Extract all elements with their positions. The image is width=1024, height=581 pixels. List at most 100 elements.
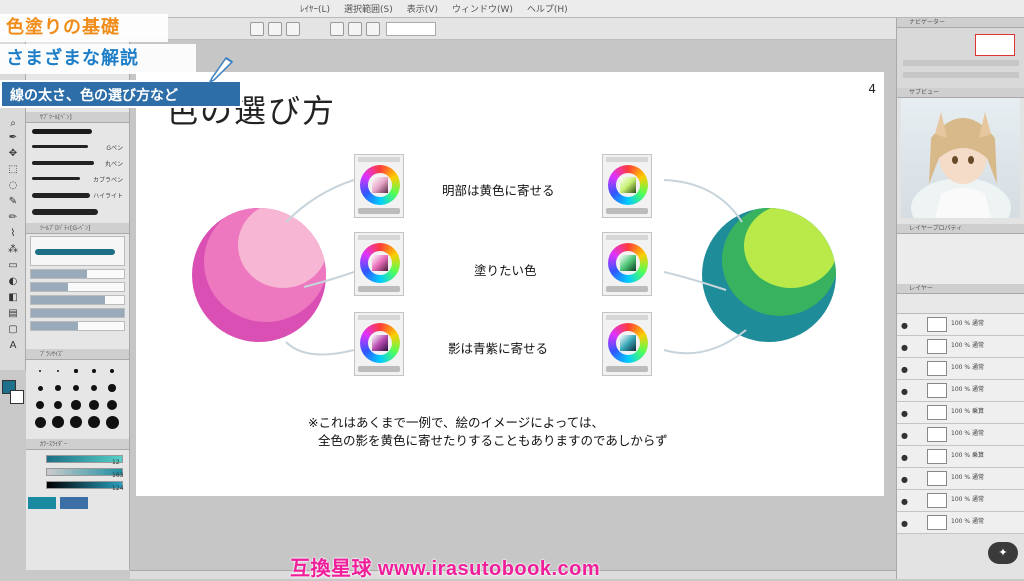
- brush-size-option[interactable]: [86, 415, 102, 429]
- brush-size-option[interactable]: [50, 398, 66, 412]
- brush-size-option[interactable]: [104, 398, 120, 412]
- brush-name: 丸ペン: [104, 161, 123, 168]
- menu-layer[interactable]: ﾚｲﾔｰ(L): [300, 2, 330, 15]
- brush-size-option[interactable]: [104, 364, 120, 378]
- layer-row[interactable]: ● 100 % 通常: [897, 424, 1024, 446]
- toolbar-button[interactable]: [330, 22, 344, 36]
- brush-size-option[interactable]: [86, 381, 102, 395]
- blend-icon[interactable]: ◐: [7, 276, 19, 288]
- banner-title: 色塗りの基礎: [0, 14, 168, 42]
- brush-size-dot: [89, 400, 99, 410]
- brush-item[interactable]: Gペン: [30, 141, 125, 155]
- brush-size-option[interactable]: [32, 381, 48, 395]
- eye-icon[interactable]: ●: [901, 519, 908, 528]
- eye-icon[interactable]: ●: [901, 453, 908, 462]
- eye-icon[interactable]: ●: [901, 475, 908, 484]
- arrow-mid-right: [663, 271, 727, 291]
- toolbar-button[interactable]: [348, 22, 362, 36]
- layer-row[interactable]: ● 100 % 通常: [897, 358, 1024, 380]
- airbrush-icon[interactable]: ⁂: [7, 244, 19, 256]
- zoom-slider[interactable]: [903, 60, 1019, 66]
- layer-name: 100 % 通常: [951, 430, 984, 437]
- eye-icon[interactable]: ●: [901, 431, 908, 440]
- property-slider[interactable]: [30, 308, 125, 318]
- brush-item[interactable]: カブラペン: [30, 173, 125, 187]
- brush-size-dot: [92, 369, 96, 373]
- brush-item[interactable]: 丸ペン: [30, 157, 125, 171]
- property-slider[interactable]: [30, 282, 125, 292]
- lasso-icon[interactable]: ◌: [7, 180, 19, 192]
- navigator[interactable]: [897, 28, 1024, 88]
- layer-row[interactable]: ● 100 % 通常: [897, 336, 1024, 358]
- brush-panel-header: ｻﾌﾞﾂｰﾙ[ﾍﾟﾝ]: [26, 112, 129, 123]
- color-chips[interactable]: [2, 380, 24, 410]
- eye-icon[interactable]: ●: [901, 497, 908, 506]
- eraser-icon[interactable]: ▭: [7, 260, 19, 272]
- select-icon[interactable]: ⬚: [7, 164, 19, 176]
- brush-size-option[interactable]: [68, 398, 84, 412]
- toolbar-field[interactable]: [386, 22, 436, 36]
- layer-row[interactable]: ● 100 % 通常: [897, 490, 1024, 512]
- layer-row[interactable]: ● 100 % 乗算: [897, 446, 1024, 468]
- brush-item[interactable]: [30, 205, 125, 219]
- brush-icon[interactable]: ⌇: [7, 228, 19, 240]
- canvas-slide[interactable]: 色の選び方 4 明部は黄色に寄せる 塗りたい色 影は青紫に寄せる ※これはあくま…: [136, 72, 884, 496]
- toolbar-button[interactable]: [268, 22, 282, 36]
- color-swatch[interactable]: [60, 497, 88, 509]
- eye-icon[interactable]: ●: [901, 321, 908, 330]
- layer-row[interactable]: ● 100 % 通常: [897, 314, 1024, 336]
- brush-size-option[interactable]: [86, 398, 102, 412]
- eyedropper-icon[interactable]: ✒: [7, 132, 19, 144]
- brush-size-option[interactable]: [50, 381, 66, 395]
- pencil-icon[interactable]: ✏: [7, 212, 19, 224]
- brush-size-option[interactable]: [104, 381, 120, 395]
- property-slider[interactable]: [30, 321, 125, 331]
- eye-icon[interactable]: ●: [901, 387, 908, 396]
- eye-icon[interactable]: ●: [901, 365, 908, 374]
- brush-size-option[interactable]: [68, 364, 84, 378]
- move-icon[interactable]: ✥: [7, 148, 19, 160]
- brush-item[interactable]: [30, 125, 125, 139]
- shape-icon[interactable]: ▢: [7, 324, 19, 336]
- gradient-icon[interactable]: ▤: [7, 308, 19, 320]
- magic-wand-icon[interactable]: ✦: [988, 542, 1018, 564]
- menu-window[interactable]: ウィンドウ(W): [452, 2, 513, 15]
- layer-row[interactable]: ● 100 % 通常: [897, 468, 1024, 490]
- brush-size-option[interactable]: [50, 415, 66, 429]
- brush-size-option[interactable]: [86, 364, 102, 378]
- toolbar-button[interactable]: [366, 22, 380, 36]
- text-icon[interactable]: A: [7, 340, 19, 352]
- slider-value: 12: [112, 459, 120, 466]
- brush-size-option[interactable]: [50, 364, 66, 378]
- brush-name: Gペン: [106, 145, 123, 152]
- sub-color-chip[interactable]: [10, 390, 24, 404]
- menu-view[interactable]: 表示(V): [407, 2, 438, 15]
- toolbar-button[interactable]: [286, 22, 300, 36]
- brush-size-option[interactable]: [32, 415, 48, 429]
- menu-help[interactable]: ヘルプ(H): [527, 2, 568, 15]
- color-swatch[interactable]: [28, 497, 56, 509]
- toolbar-button[interactable]: [250, 22, 264, 36]
- brush-size-option[interactable]: [68, 381, 84, 395]
- brush-item[interactable]: ハイライト: [30, 189, 125, 203]
- eye-icon[interactable]: ●: [901, 343, 908, 352]
- arrow-mid-left: [303, 271, 355, 288]
- brush-size-dot: [39, 370, 41, 372]
- layer-row[interactable]: ● 100 % 通常: [897, 512, 1024, 534]
- color-picker-left-top: [354, 154, 404, 218]
- brush-size-option[interactable]: [68, 415, 84, 429]
- rotate-slider[interactable]: [903, 72, 1019, 78]
- property-slider[interactable]: [30, 269, 125, 279]
- pen-tool-icon[interactable]: ✎: [7, 196, 19, 208]
- layer-row[interactable]: ● 100 % 通常: [897, 380, 1024, 402]
- brush-size-option[interactable]: [32, 398, 48, 412]
- property-slider[interactable]: [30, 295, 125, 305]
- zoom-icon[interactable]: ⌕: [7, 118, 19, 130]
- brush-size-option[interactable]: [104, 415, 120, 429]
- brush-size-option[interactable]: [32, 364, 48, 378]
- layer-header: レイヤー: [897, 284, 1024, 294]
- menu-select[interactable]: 選択範囲(S): [344, 2, 393, 15]
- fill-icon[interactable]: ◧: [7, 292, 19, 304]
- eye-icon[interactable]: ●: [901, 409, 908, 418]
- layer-row[interactable]: ● 100 % 乗算: [897, 402, 1024, 424]
